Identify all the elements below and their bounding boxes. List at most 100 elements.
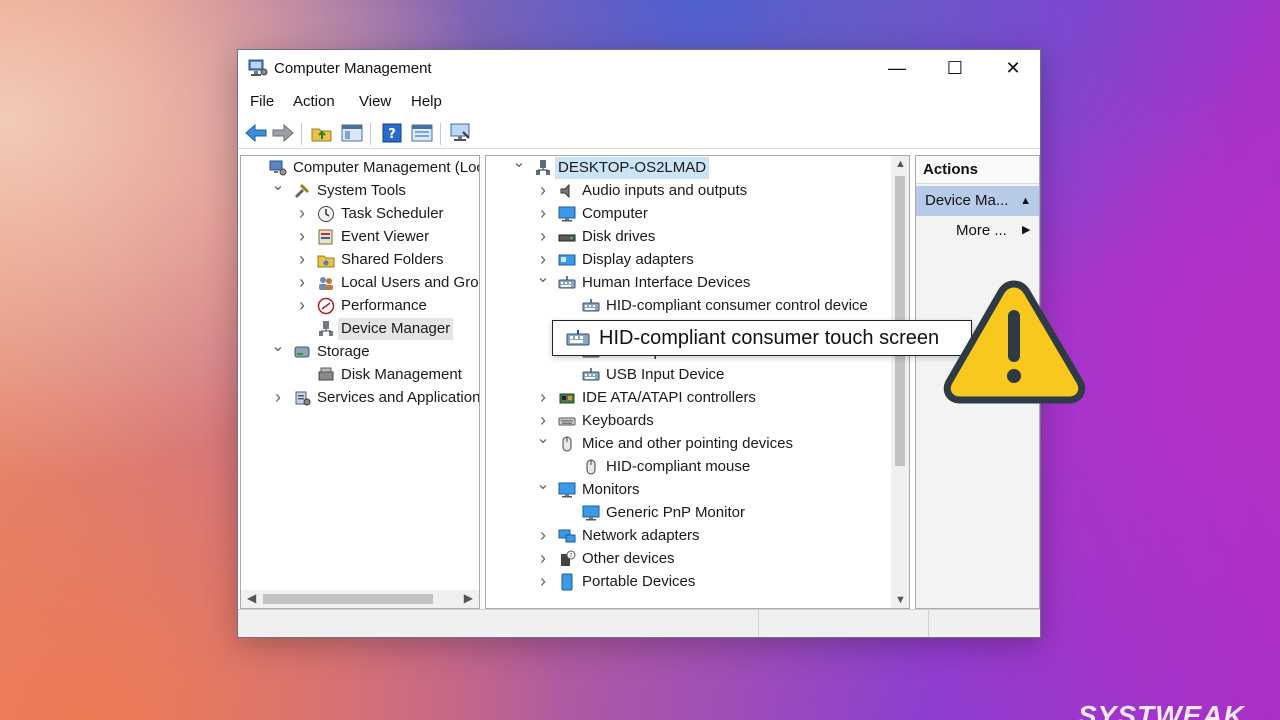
tree-item[interactable]: ›Local Users and Groups [299,272,479,294]
tree-item-label: Services and Applications [317,389,480,406]
actions-section-device-manager[interactable]: Device Ma... ▲ [916,186,1039,216]
menu-view[interactable]: View [359,93,391,110]
svg-text:?: ? [388,127,396,142]
device-tree-item[interactable]: › Display adapters [540,249,909,271]
collapse-up-icon[interactable]: ▲ [1020,186,1031,216]
scroll-right-icon[interactable]: ▶ [464,591,473,605]
device-tree-item-label: Mice and other pointing devices [582,435,793,452]
device-tree-item-label: HID-compliant consumer control device [606,297,868,314]
tree-item[interactable]: › Performance [299,295,479,317]
device-tree-item[interactable]: ›? Other devices [540,548,909,570]
chevron-right-icon[interactable]: › [295,202,309,224]
chevron-right-icon[interactable]: › [295,248,309,270]
tree-item[interactable]: › Task Scheduler [299,203,479,225]
horizontal-scrollbar[interactable]: ◀ ▶ [241,590,479,608]
device-tree-item[interactable]: › Computer [540,203,909,225]
performance-icon [317,297,335,315]
menu-action[interactable]: Action [293,93,335,110]
device-tree-item[interactable]: ⌄ Monitors [536,476,909,501]
device-tree-item[interactable]: HID-compliant consumer control device [582,295,909,317]
chevron-right-icon[interactable]: › [295,271,309,293]
submenu-arrow-icon: ▶ [1022,224,1031,236]
tree-item-label: Performance [341,297,427,314]
chevron-right-icon[interactable]: › [271,386,285,408]
monitor-icon [582,504,600,522]
chevron-right-icon[interactable]: › [536,570,550,592]
tree-item[interactable]: ⌄ Storage [271,338,479,363]
back-arrow-icon[interactable] [244,122,268,144]
device-tree-item-label: Display adapters [582,251,694,268]
event-viewer-icon [317,228,335,246]
tree-item-label: Task Scheduler [341,205,444,222]
tree-item[interactable]: Device Manager [317,318,479,340]
device-tree-item[interactable]: ⌄ Human Interface Devices [536,269,909,294]
device-tree-item[interactable]: HID-compliant mouse [582,456,909,478]
device-tree-item[interactable]: › Disk drives [540,226,909,248]
chevron-right-icon[interactable]: › [295,294,309,316]
tree-item[interactable]: Computer Management (Local [269,157,479,179]
device-tree-item-label: Portable Devices [582,573,696,590]
device-manager-icon [317,320,335,338]
chevron-right-icon[interactable]: › [536,386,550,408]
computer-management-icon [248,59,268,76]
chevron-down-icon[interactable]: ⌄ [536,267,550,289]
show-hide-tree-icon[interactable] [340,122,364,144]
menu-bar: File Action View Help [238,90,1040,114]
device-tree-item[interactable]: › IDE ATA/ATAPI controllers [540,387,909,409]
forward-arrow-icon[interactable] [271,122,295,144]
up-folder-icon[interactable] [310,122,334,144]
help-icon[interactable]: ? [380,122,404,144]
chevron-down-icon[interactable]: ⌄ [271,175,285,197]
touch-screen-callout[interactable]: HID-compliant consumer touch screen [552,320,972,356]
device-tree-item[interactable]: Generic PnP Monitor [582,502,909,524]
vertical-scrollbar[interactable]: ▲ ▼ [891,156,909,608]
desktop-icon [534,159,552,177]
tree-item[interactable]: › Services and Applications [275,387,480,409]
scan-hardware-icon[interactable] [449,122,473,144]
tree-item-label: Storage [317,343,370,360]
scroll-down-icon[interactable]: ▼ [895,594,906,606]
properties-icon[interactable] [410,122,434,144]
scrollbar-thumb[interactable] [263,594,433,604]
device-tree-item[interactable]: › Keyboards [540,410,909,432]
scroll-up-icon[interactable]: ▲ [895,158,906,170]
device-tree-item[interactable]: › Network adapters [540,525,909,547]
chevron-right-icon[interactable]: › [295,225,309,247]
shared-folder-icon [317,251,335,269]
chevron-right-icon[interactable]: › [536,179,550,201]
chevron-right-icon[interactable]: › [536,524,550,546]
tree-item[interactable]: › Event Viewer [299,226,479,248]
close-button[interactable]: ✕ [984,50,1042,86]
toolbar-separator [301,123,302,145]
toolbar-separator [440,123,441,145]
chevron-right-icon[interactable]: › [536,202,550,224]
tree-item[interactable]: › Shared Folders [299,249,479,271]
menu-help[interactable]: Help [411,93,442,110]
actions-more-item[interactable]: More ... ▶ [956,222,1030,239]
menu-file[interactable]: File [250,93,274,110]
device-tree-item[interactable]: USB Input Device [582,364,909,386]
clock-icon [317,205,335,223]
hid-icon [582,366,600,384]
svg-text:?: ? [569,553,572,560]
chevron-down-icon[interactable]: ⌄ [271,336,285,358]
chevron-right-icon[interactable]: › [536,547,550,569]
device-tree-item[interactable]: ⌄ DESKTOP-OS2LMAD [512,156,909,179]
device-tree-item[interactable]: ⌄ Mice and other pointing devices [536,430,909,455]
tree-item-label: Shared Folders [341,251,444,268]
maximize-button[interactable]: ☐ [926,50,984,86]
chevron-right-icon[interactable]: › [536,225,550,247]
chevron-down-icon[interactable]: ⌄ [512,156,526,174]
hid-icon [558,274,576,292]
chevron-down-icon[interactable]: ⌄ [536,428,550,450]
tree-item[interactable]: ⌄ System Tools [271,177,479,202]
tree-item[interactable]: Disk Management [317,364,479,386]
device-tree-item[interactable]: › Audio inputs and outputs [540,180,909,202]
minimize-button[interactable]: — [868,50,926,86]
device-tree-item-label: DESKTOP-OS2LMAD [555,157,710,179]
title-bar[interactable]: Computer Management — ☐ ✕ [238,50,1040,88]
scroll-left-icon[interactable]: ◀ [247,591,256,605]
services-icon [293,389,311,407]
device-tree-item[interactable]: › Portable Devices [540,571,909,593]
chevron-down-icon[interactable]: ⌄ [536,474,550,496]
